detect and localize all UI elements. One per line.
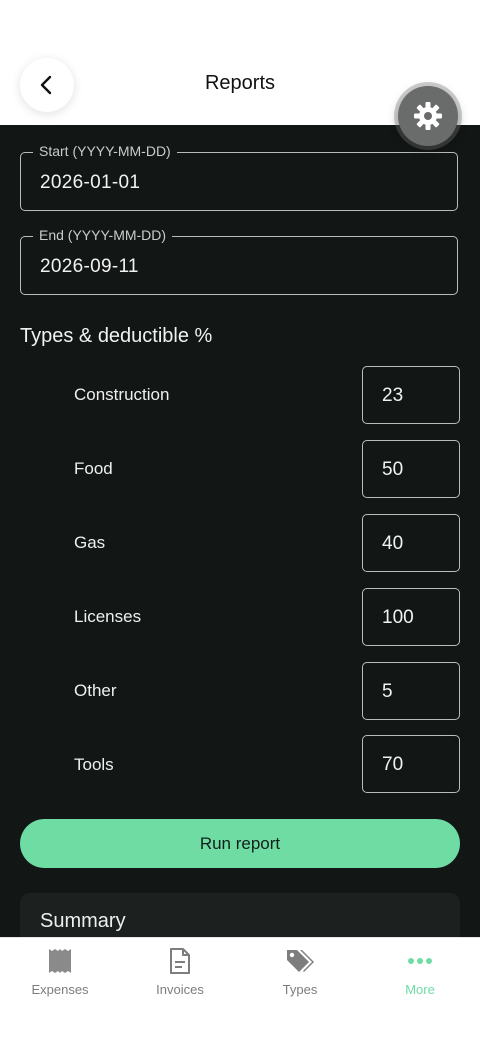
deductible-input-food[interactable]: 50 bbox=[362, 440, 460, 498]
deductible-value: 50 bbox=[382, 459, 404, 480]
page-title: Reports bbox=[204, 72, 276, 94]
end-date-field[interactable]: End (YYYY-MM-DD) 2026-09-11 bbox=[20, 227, 458, 295]
run-report-button[interactable]: Run report bbox=[20, 819, 460, 868]
tab-label: More bbox=[405, 982, 435, 997]
end-date-label: End (YYYY-MM-DD) bbox=[33, 227, 173, 243]
types-section-title: Types & deductible % bbox=[20, 325, 213, 347]
end-date-value: 2026-09-11 bbox=[40, 256, 139, 277]
deductible-input-gas[interactable]: 40 bbox=[362, 514, 460, 572]
deductible-input-construction[interactable]: 23 bbox=[362, 366, 460, 424]
summary-card: Summary bbox=[20, 893, 460, 937]
bottom-tab-bar: Expenses Invoices Types More bbox=[0, 937, 480, 1040]
start-date-value: 2026-01-01 bbox=[40, 172, 141, 193]
deductible-input-licenses[interactable]: 100 bbox=[362, 588, 460, 646]
more-dots-icon bbox=[408, 958, 432, 964]
tab-types[interactable]: Types bbox=[240, 946, 360, 1006]
type-label-other: Other bbox=[74, 681, 117, 700]
start-date-field[interactable]: Start (YYYY-MM-DD) 2026-01-01 bbox=[20, 143, 458, 211]
tab-label: Expenses bbox=[31, 982, 89, 997]
type-label-food: Food bbox=[74, 459, 113, 478]
gear-icon bbox=[414, 102, 442, 130]
tab-expenses[interactable]: Expenses bbox=[0, 946, 120, 1006]
tags-icon bbox=[287, 950, 314, 972]
document-icon bbox=[170, 948, 190, 974]
receipt-icon bbox=[49, 949, 71, 973]
deductible-value: 23 bbox=[382, 385, 404, 406]
type-label-construction: Construction bbox=[74, 385, 170, 404]
deductible-value: 100 bbox=[382, 607, 414, 628]
summary-title: Summary bbox=[40, 910, 126, 932]
deductible-value: 5 bbox=[382, 681, 393, 702]
tab-label: Invoices bbox=[156, 982, 204, 997]
tab-label: Types bbox=[282, 982, 318, 997]
type-label-gas: Gas bbox=[74, 533, 106, 552]
tab-invoices[interactable]: Invoices bbox=[120, 946, 240, 1006]
tab-more[interactable]: More bbox=[360, 946, 480, 1006]
settings-button[interactable] bbox=[398, 86, 458, 146]
deductible-value: 70 bbox=[382, 754, 404, 775]
type-label-licenses: Licenses bbox=[74, 607, 142, 626]
type-label-tools: Tools bbox=[74, 755, 114, 774]
deductible-value: 40 bbox=[382, 533, 404, 554]
deductible-input-other[interactable]: 5 bbox=[362, 662, 460, 720]
start-date-label: Start (YYYY-MM-DD) bbox=[33, 143, 177, 159]
deductible-input-tools[interactable]: 70 bbox=[362, 735, 460, 793]
report-form: Start (YYYY-MM-DD) 2026-01-01 End (YYYY-… bbox=[0, 125, 480, 937]
